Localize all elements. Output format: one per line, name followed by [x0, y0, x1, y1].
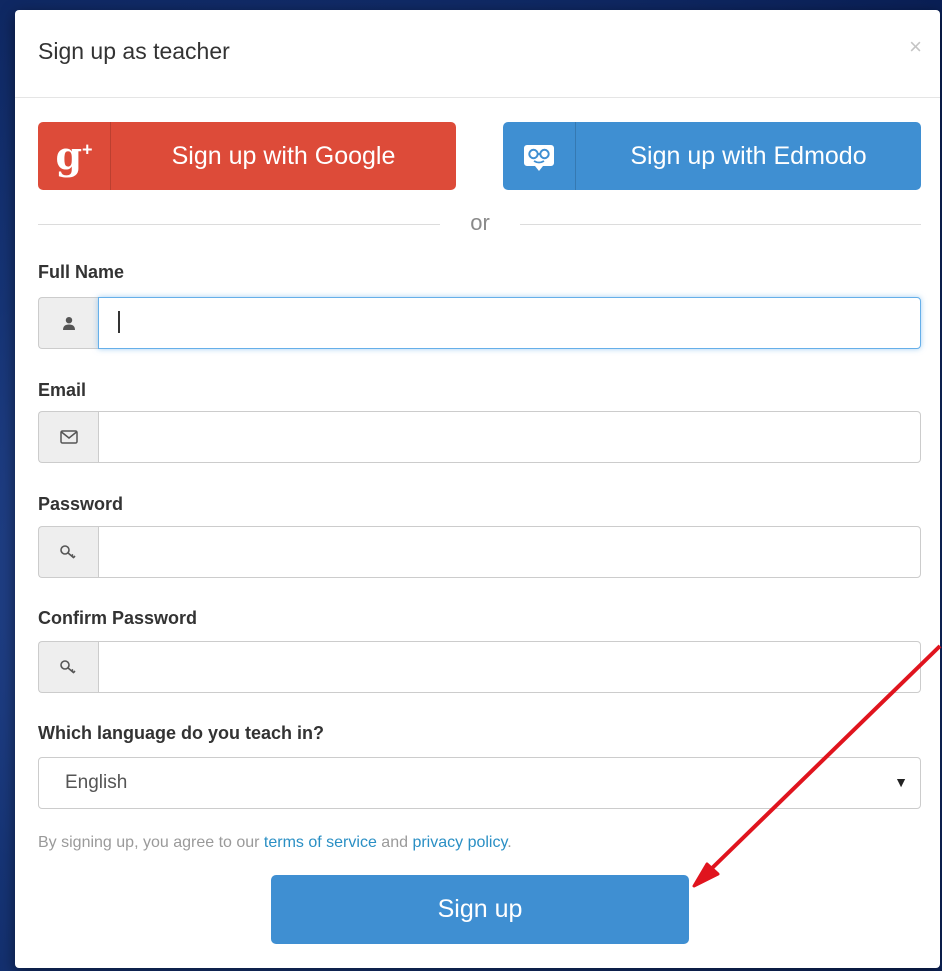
google-signup-label: Sign up with Google: [171, 141, 396, 170]
key-icon: [38, 641, 98, 693]
edmodo-signup-button[interactable]: Sign up with Edmodo: [503, 122, 921, 190]
language-label: Which language do you teach in?: [38, 723, 325, 743]
email-input[interactable]: [98, 411, 921, 463]
edmodo-owl-icon: [503, 122, 576, 190]
divider-right: [520, 224, 921, 225]
password-group: [38, 526, 921, 578]
terms-of-service-link[interactable]: terms of service: [264, 834, 377, 851]
terms-notice: By signing up, you agree to our terms of…: [38, 834, 512, 852]
privacy-policy-link[interactable]: privacy policy: [412, 834, 507, 851]
full-name-input[interactable]: [98, 297, 921, 349]
user-icon: [38, 297, 98, 349]
email-label: Email: [38, 380, 87, 400]
google-signup-button[interactable]: g+ Sign up with Google: [38, 122, 456, 190]
terms-prefix: By signing up, you agree to our: [38, 834, 264, 851]
terms-middle: and: [376, 834, 413, 851]
password-label: Password: [38, 494, 124, 514]
sign-up-button[interactable]: Sign up: [271, 875, 689, 944]
modal-header: Sign up as teacher ×: [15, 10, 940, 98]
edmodo-signup-label: Sign up with Edmodo: [630, 141, 867, 170]
full-name-group: [38, 297, 921, 349]
terms-suffix: .: [507, 834, 512, 851]
close-button[interactable]: ×: [909, 36, 922, 58]
dropdown-arrow-icon: ▼: [894, 774, 908, 790]
divider-left: [38, 224, 440, 225]
envelope-icon: [38, 411, 98, 463]
confirm-password-input[interactable]: [98, 641, 921, 693]
text-cursor: [118, 311, 120, 333]
full-name-label: Full Name: [38, 262, 125, 282]
confirm-password-label: Confirm Password: [38, 608, 198, 628]
email-group: [38, 411, 921, 463]
signup-modal: Sign up as teacher × g+ Sign up with Goo…: [15, 10, 940, 968]
language-selected-value: English: [65, 772, 128, 793]
confirm-password-group: [38, 641, 921, 693]
key-icon: [38, 526, 98, 578]
google-plus-icon: g+: [38, 122, 111, 190]
language-select[interactable]: English ▼: [38, 757, 921, 809]
modal-title: Sign up as teacher: [38, 38, 230, 64]
divider-or: or: [470, 210, 490, 235]
password-input[interactable]: [98, 526, 921, 578]
